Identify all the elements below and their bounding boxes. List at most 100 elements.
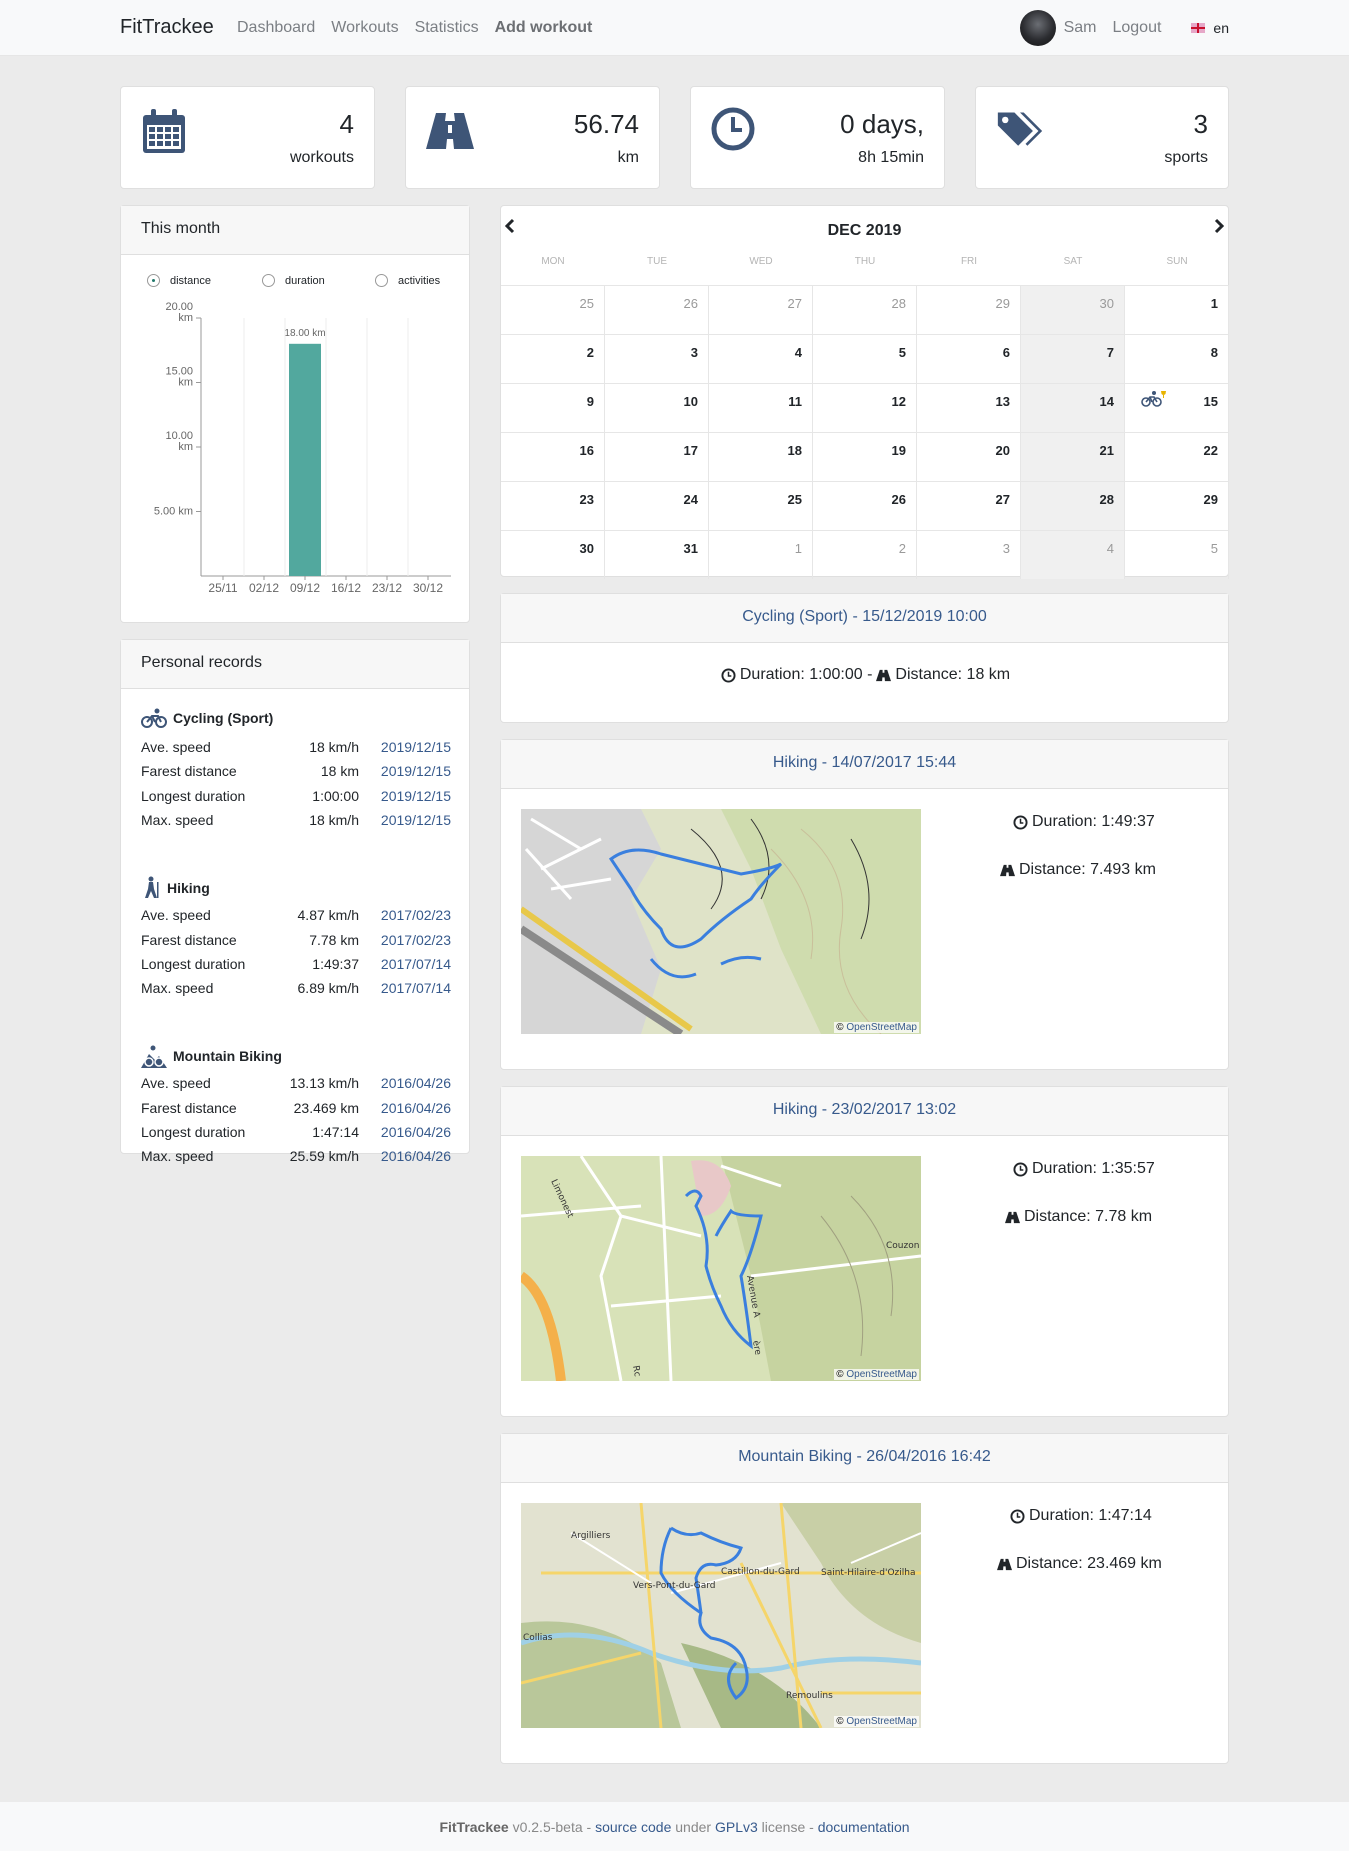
calendar-day[interactable]: 30 — [1021, 285, 1125, 334]
calendar-day[interactable]: 29 — [1125, 481, 1229, 530]
stat-value-workouts: 4 — [339, 109, 354, 139]
calendar-day-number: 7 — [1106, 345, 1114, 360]
license-link[interactable]: GPLv3 — [715, 1819, 758, 1835]
calendar-day[interactable]: 21 — [1021, 432, 1125, 481]
calendar-day[interactable]: 28 — [1021, 481, 1125, 530]
workout-map[interactable]: Limonest Avenue A ère Couzon Rc © OpenSt… — [521, 1156, 921, 1381]
calendar-day[interactable]: 1 — [709, 530, 813, 579]
calendar-day[interactable]: 26 — [605, 285, 709, 334]
workout-title-link[interactable]: Mountain Biking - 26/04/2016 16:42 — [501, 1434, 1228, 1483]
calendar-day[interactable]: 26 — [813, 481, 917, 530]
radio-activities[interactable]: activities — [375, 274, 440, 287]
record-date-link[interactable]: 2019/12/15 — [381, 812, 451, 828]
map-attribution: © OpenStreetMap — [834, 1716, 919, 1727]
calendar-day-number: 16 — [579, 443, 594, 458]
workout-duration: Duration: 1:47:14 — [1029, 1507, 1152, 1524]
calendar-day-number: 28 — [891, 296, 906, 311]
calendar-day[interactable]: 3 — [605, 334, 709, 383]
calendar-day[interactable]: 23 — [501, 481, 605, 530]
calendar-day[interactable]: 14 — [1021, 383, 1125, 432]
user-name-link[interactable]: Sam — [1064, 19, 1097, 37]
calendar-day[interactable]: 25 — [709, 481, 813, 530]
record-date-link[interactable]: 2017/02/23 — [381, 907, 451, 923]
nav-add-workout[interactable]: Add workout — [495, 19, 593, 37]
record-date-link[interactable]: 2016/04/26 — [381, 1100, 451, 1116]
record-row: Farest distance 23.469 km 2016/04/26 — [141, 1100, 451, 1120]
nav-workouts[interactable]: Workouts — [331, 19, 398, 37]
calendar-day[interactable]: 15 — [1125, 383, 1229, 432]
calendar-day[interactable]: 17 — [605, 432, 709, 481]
calendar-day[interactable]: 30 — [501, 530, 605, 579]
calendar-day[interactable]: 2 — [813, 530, 917, 579]
calendar-day[interactable]: 27 — [709, 285, 813, 334]
workout-title-link[interactable]: Hiking - 23/02/2017 13:02 — [501, 1087, 1228, 1136]
workout-distance-line: Distance: 7.78 km — [1005, 1208, 1152, 1226]
calendar-cycling-workout-icon[interactable] — [1141, 390, 1167, 411]
calendar-day[interactable]: 3 — [917, 530, 1021, 579]
calendar-day[interactable]: 27 — [917, 481, 1021, 530]
calendar-day[interactable]: 13 — [917, 383, 1021, 432]
radio-activities-label: activities — [398, 274, 441, 287]
radio-activities-dot[interactable] — [375, 274, 388, 287]
record-date-link[interactable]: 2017/02/23 — [381, 932, 451, 948]
workout-title-link[interactable]: Hiking - 14/07/2017 15:44 — [501, 740, 1228, 789]
calendar-day[interactable]: 4 — [709, 334, 813, 383]
record-label: Ave. speed — [141, 1075, 211, 1092]
calendar-day[interactable]: 24 — [605, 481, 709, 530]
calendar-day[interactable]: 20 — [917, 432, 1021, 481]
calendar-day[interactable]: 12 — [813, 383, 917, 432]
nav-statistics[interactable]: Statistics — [415, 19, 479, 37]
calendar-day[interactable]: 6 — [917, 334, 1021, 383]
record-date-link[interactable]: 2016/04/26 — [381, 1124, 451, 1140]
documentation-link[interactable]: documentation — [818, 1819, 910, 1835]
calendar-next-button[interactable] — [1214, 218, 1225, 239]
brand-link[interactable]: FitTrackee — [120, 16, 214, 39]
calendar-day[interactable]: 7 — [1021, 334, 1125, 383]
record-date-link[interactable]: 2019/12/15 — [381, 763, 451, 779]
workout-title-link[interactable]: Cycling (Sport) - 15/12/2019 10:00 — [501, 594, 1228, 643]
calendar-day[interactable]: 28 — [813, 285, 917, 334]
record-date-link[interactable]: 2016/04/26 — [381, 1148, 451, 1164]
calendar-day[interactable]: 29 — [917, 285, 1021, 334]
workout-summary: Duration: 1:00:00 - Distance: 18 km — [501, 666, 1230, 684]
calendar-day[interactable]: 4 — [1021, 530, 1125, 579]
calendar-day[interactable]: 16 — [501, 432, 605, 481]
calendar-day[interactable]: 2 — [501, 334, 605, 383]
stat-card-sports: 3 sports — [975, 86, 1229, 189]
radio-duration-dot[interactable] — [262, 274, 275, 287]
x-tick-label: 09/12 — [290, 581, 320, 595]
calendar-day[interactable]: 10 — [605, 383, 709, 432]
record-date-link[interactable]: 2019/12/15 — [381, 788, 451, 804]
calendar-day[interactable]: 31 — [605, 530, 709, 579]
language-selector[interactable]: en — [1213, 20, 1229, 36]
record-label: Farest distance — [141, 931, 237, 948]
calendar-day[interactable]: 8 — [1125, 334, 1229, 383]
record-date-link[interactable]: 2017/07/14 — [381, 980, 451, 996]
radio-duration[interactable]: duration — [262, 274, 325, 287]
mountain-biking-icon — [141, 1044, 167, 1069]
nav-dashboard[interactable]: Dashboard — [237, 19, 315, 37]
calendar-day[interactable]: 9 — [501, 383, 605, 432]
calendar-day[interactable]: 1 — [1125, 285, 1229, 334]
logout-link[interactable]: Logout — [1112, 19, 1161, 37]
record-date-link[interactable]: 2017/07/14 — [381, 956, 451, 972]
calendar-day-number: 29 — [1203, 492, 1218, 507]
radio-distance[interactable]: distance — [147, 274, 211, 287]
bar[interactable] — [289, 343, 321, 576]
calendar-day[interactable]: 25 — [501, 285, 605, 334]
calendar-day[interactable]: 22 — [1125, 432, 1229, 481]
calendar-day[interactable]: 11 — [709, 383, 813, 432]
record-date-link[interactable]: 2019/12/15 — [381, 739, 451, 755]
avatar[interactable] — [1019, 10, 1056, 46]
calendar-day-number: 3 — [690, 345, 698, 360]
workout-map[interactable]: Argilliers Castillon-du-Gard Saint-Hilai… — [521, 1503, 921, 1728]
source-code-link[interactable]: source code — [595, 1819, 671, 1835]
calendar-day[interactable]: 5 — [813, 334, 917, 383]
uk-flag-icon[interactable] — [1191, 23, 1206, 33]
calendar-day[interactable]: 5 — [1125, 530, 1229, 579]
record-date-link[interactable]: 2016/04/26 — [381, 1075, 451, 1091]
calendar-day[interactable]: 18 — [709, 432, 813, 481]
workout-map[interactable]: © OpenStreetMap — [521, 809, 921, 1034]
radio-distance-dot[interactable] — [147, 274, 160, 287]
calendar-day[interactable]: 19 — [813, 432, 917, 481]
